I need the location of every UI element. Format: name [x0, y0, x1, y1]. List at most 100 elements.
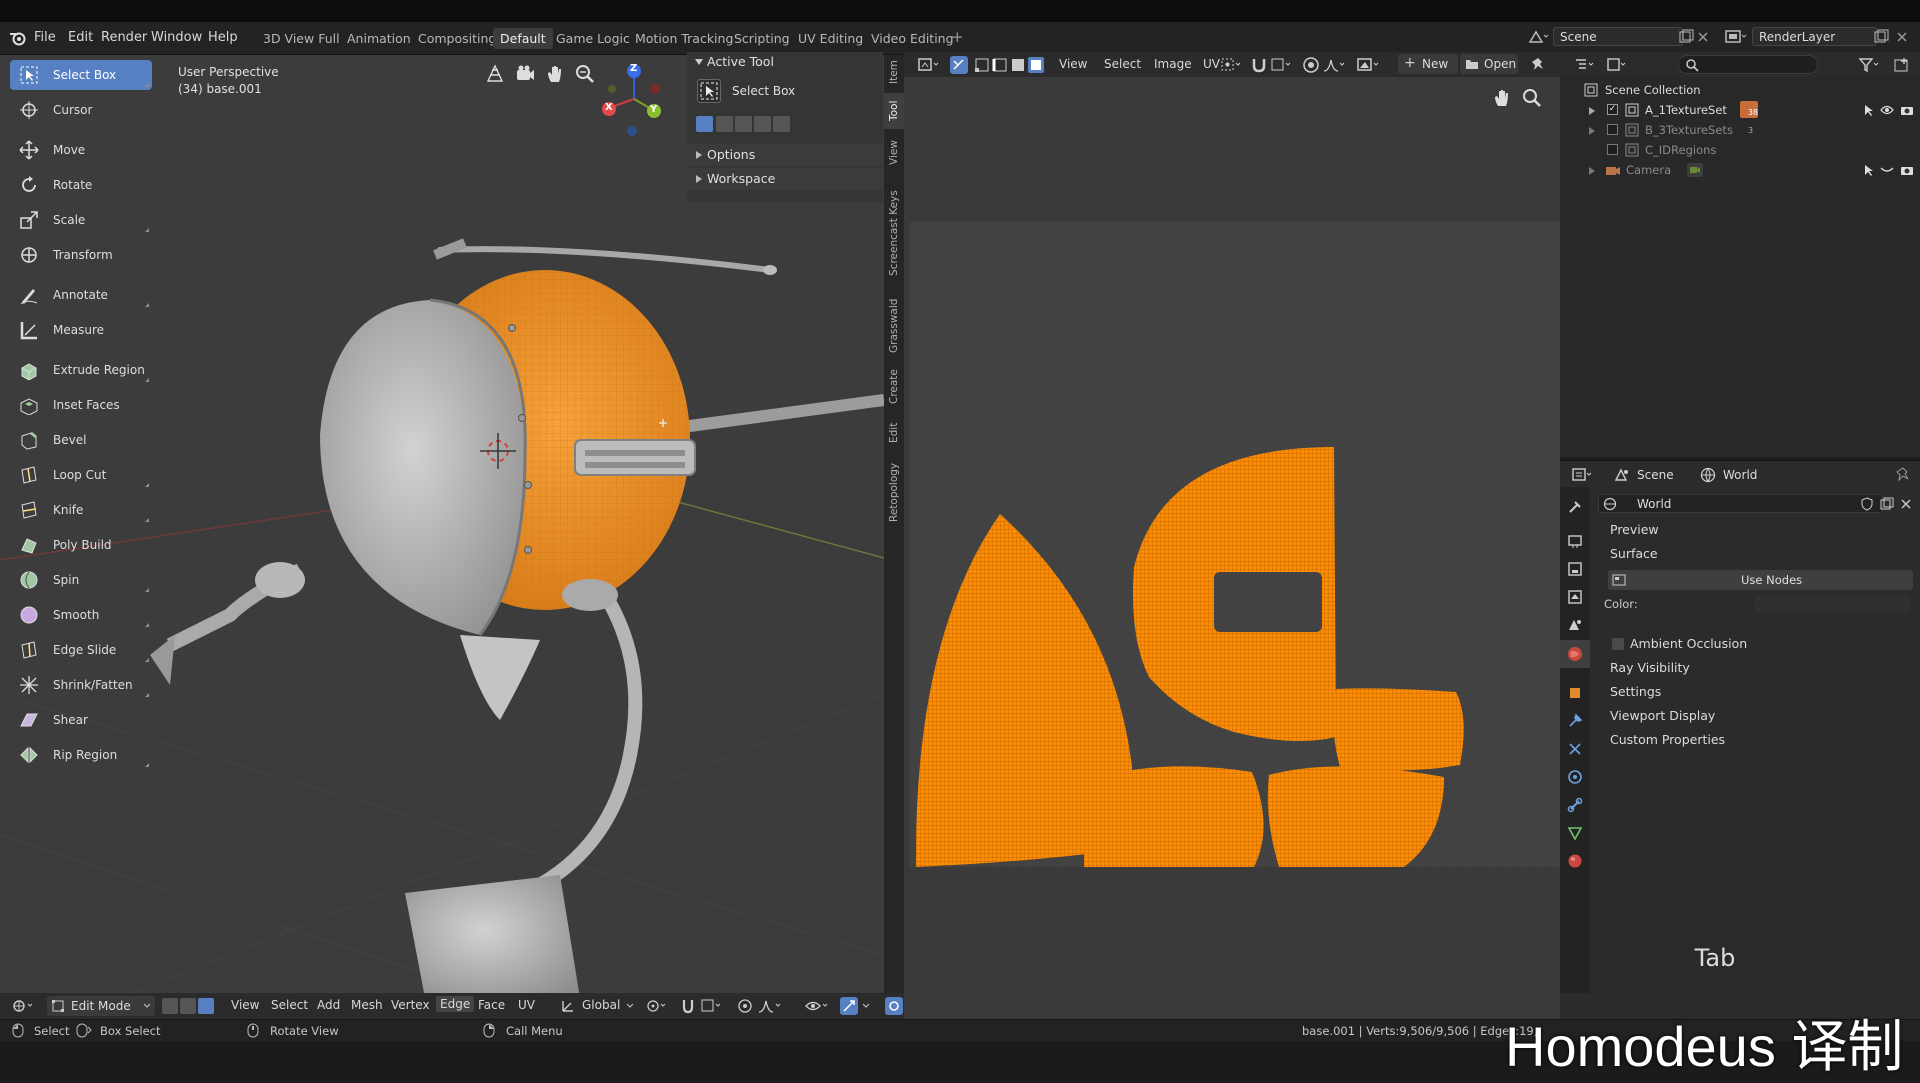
snap-target-icon[interactable] [1270, 56, 1294, 74]
expand-arrow-icon[interactable] [1588, 106, 1596, 116]
gizmo-dropdown-icon[interactable] [862, 1003, 870, 1009]
breadcrumb-scene[interactable]: Scene [1637, 468, 1674, 482]
output-tab-icon[interactable] [1567, 561, 1583, 577]
display-mode-icon[interactable] [1606, 57, 1630, 73]
physics-tab-icon[interactable] [1567, 769, 1583, 785]
outliner-row-camera[interactable]: Camera [1560, 160, 1920, 180]
viewport-menu-mesh[interactable]: Mesh [351, 998, 383, 1012]
settings-panel[interactable]: Settings [1590, 682, 1920, 702]
eye-closed-icon[interactable] [1880, 164, 1894, 176]
edge-select-icon[interactable] [992, 56, 1008, 74]
menu-edit[interactable]: Edit [68, 30, 93, 45]
world-color-swatch[interactable] [1755, 595, 1910, 613]
mode-subtract-button[interactable] [735, 116, 752, 132]
new-image-button[interactable]: + New [1398, 54, 1458, 74]
tool-shear[interactable]: Shear [10, 705, 152, 735]
delete-render-layer-icon[interactable] [1896, 31, 1908, 43]
outliner-editor-type-icon[interactable] [1574, 57, 1598, 73]
tool-annotate[interactable]: Annotate [10, 280, 152, 310]
tab-grasswald[interactable]: Grasswald [884, 293, 904, 359]
outliner-row-scene-collection[interactable]: Scene Collection [1560, 80, 1920, 100]
viewport-menu-uv[interactable]: UV [518, 998, 535, 1012]
tool-select-box[interactable]: Select Box [10, 60, 152, 90]
custom-properties-panel[interactable]: Custom Properties [1590, 730, 1920, 750]
viewport-menu-view[interactable]: View [231, 998, 259, 1012]
snap-magnet-icon[interactable] [680, 998, 696, 1014]
eye-icon[interactable] [1880, 104, 1894, 116]
render-layer-icon[interactable] [1724, 28, 1748, 46]
face-select-icon[interactable] [1010, 56, 1026, 74]
uv-editor-canvas[interactable] [904, 77, 1560, 998]
tool-scale[interactable]: Scale [10, 205, 152, 235]
falloff-icon[interactable] [757, 998, 785, 1014]
breadcrumb-world[interactable]: World [1723, 468, 1757, 482]
tool-edge-slide[interactable]: Edge Slide [10, 635, 152, 665]
tool-extrude-region[interactable]: Extrude Region [10, 355, 152, 385]
constraints-tab-icon[interactable] [1567, 797, 1583, 813]
include-checkbox[interactable] [1607, 124, 1618, 135]
workspace-tab-animation[interactable]: Animation [340, 28, 418, 49]
tool-rip-region[interactable]: Rip Region [10, 740, 152, 770]
viewport-menu-face[interactable]: Face [478, 998, 505, 1012]
tool-settings-tab-icon[interactable] [1567, 499, 1583, 515]
new-collection-icon[interactable] [1894, 57, 1910, 73]
unlink-icon[interactable] [1900, 498, 1912, 510]
new-render-layer-icon[interactable] [1873, 29, 1889, 45]
mode-invert-button[interactable] [754, 116, 771, 132]
island-select-icon[interactable] [1028, 56, 1044, 74]
duplicate-icon[interactable] [1880, 497, 1894, 511]
pin-icon[interactable] [1530, 56, 1546, 74]
menu-render[interactable]: Render [101, 30, 147, 45]
fake-user-shield-icon[interactable] [1860, 497, 1874, 511]
snap-target-icon[interactable] [700, 998, 726, 1014]
filter-icon[interactable] [1858, 57, 1882, 73]
tab-create[interactable]: Create [884, 363, 904, 411]
tool-loop-cut[interactable]: Loop Cut [10, 460, 152, 490]
viewport-menu-edge[interactable]: Edge [436, 996, 475, 1012]
uv-pan-icon[interactable] [1491, 87, 1513, 109]
tab-view[interactable]: View [884, 133, 904, 173]
scene-tab-icon[interactable] [1567, 617, 1583, 633]
tool-inset-faces[interactable]: Inset Faces [10, 390, 152, 420]
viewport-editor-type-icon[interactable] [12, 998, 38, 1014]
pin-icon[interactable] [1896, 467, 1910, 483]
uv-zoom-icon[interactable] [1521, 87, 1543, 109]
scene-selector-icon[interactable] [1527, 28, 1549, 46]
open-image-button[interactable]: Open [1460, 54, 1518, 74]
transform-orientation-dropdown[interactable]: Global [582, 998, 620, 1012]
proportional-edit-icon[interactable] [1302, 56, 1320, 74]
modifier-tab-icon[interactable] [1567, 713, 1583, 729]
workspace-tab-default[interactable]: Default [493, 28, 553, 49]
proportional-edit-icon[interactable] [737, 998, 753, 1014]
workspace-tab-compositing[interactable]: Compositing [411, 28, 503, 49]
viewport-menu-vertex[interactable]: Vertex [391, 998, 430, 1012]
tab-edit[interactable]: Edit [884, 415, 904, 451]
tool-bevel[interactable]: Bevel [10, 425, 152, 455]
tab-item[interactable]: Item [884, 55, 904, 89]
mode-set-button[interactable] [696, 116, 713, 132]
expand-arrow-icon[interactable] [1588, 166, 1596, 176]
object-tab-icon[interactable] [1567, 685, 1583, 701]
workspace-tab-game-logic[interactable]: Game Logic [549, 28, 637, 49]
new-scene-icon[interactable] [1678, 29, 1694, 45]
vertex-select-mode-button[interactable] [162, 998, 178, 1014]
tool-knife[interactable]: Knife [10, 495, 152, 525]
viewport-menu-select[interactable]: Select [271, 998, 308, 1012]
display-channels-icon[interactable] [1356, 56, 1382, 74]
toggle-camera-icon[interactable] [484, 63, 506, 85]
tab-tool[interactable]: Tool [884, 93, 904, 129]
camera-render-icon[interactable] [1900, 164, 1914, 176]
uv-menu-select[interactable]: Select [1104, 57, 1141, 71]
outliner-row-a-1textureset[interactable]: ✓ A_1TextureSet 38 [1560, 100, 1920, 120]
properties-editor-type-icon[interactable] [1572, 467, 1596, 483]
render-layer-field[interactable]: RenderLayer [1752, 27, 1877, 46]
active-tool-title[interactable]: Active Tool [707, 54, 774, 69]
pivot-point-icon[interactable] [645, 998, 671, 1014]
uv-menu-image[interactable]: Image [1154, 57, 1192, 71]
tool-poly-build[interactable]: Poly Build [10, 530, 152, 560]
mode-dropdown[interactable]: Edit Mode [47, 996, 155, 1016]
gizmo-toggle-icon[interactable] [840, 997, 858, 1015]
workspace-tab-motion-tracking[interactable]: Motion Tracking [628, 28, 740, 49]
pivot-point-icon[interactable] [1220, 56, 1244, 74]
pan-hand-icon[interactable] [544, 63, 566, 85]
